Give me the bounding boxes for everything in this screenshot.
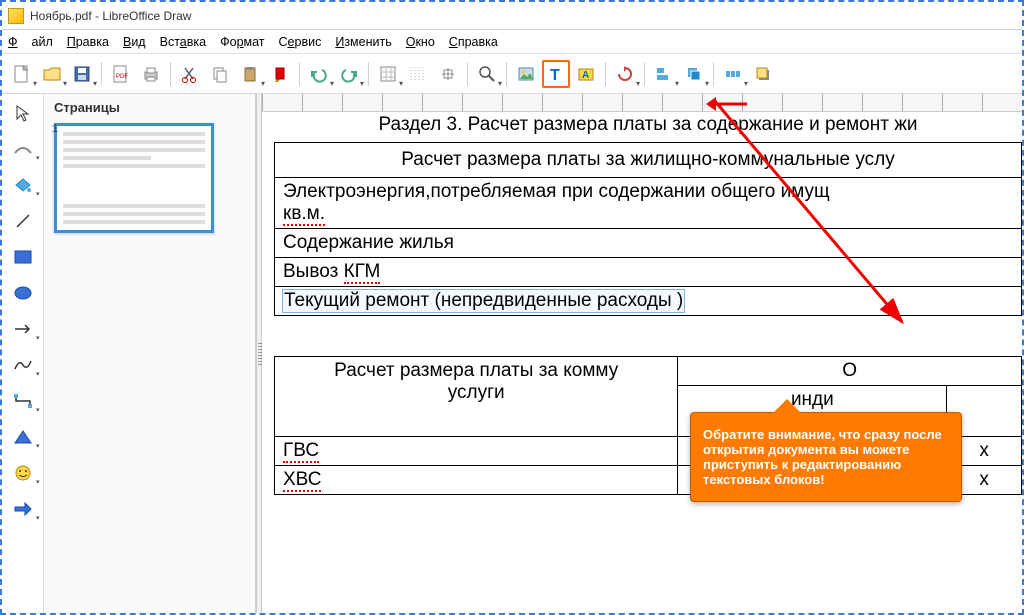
ellipse-tool[interactable]: [10, 280, 36, 306]
svg-text:T: T: [550, 67, 560, 83]
menu-bar: Файл Правка Вид Вставка Формат Сервис Из…: [2, 30, 1022, 54]
arrows-shapes-tool[interactable]: [10, 496, 36, 522]
menu-tools[interactable]: Сервис: [279, 35, 322, 49]
table-1: Расчет размера платы за жилищно-коммунал…: [274, 142, 1022, 316]
undo-button[interactable]: [305, 60, 333, 88]
menu-modify[interactable]: Изменить: [335, 35, 391, 49]
distribute-button[interactable]: [719, 60, 747, 88]
menu-view[interactable]: Вид: [123, 35, 146, 49]
window-title: Ноябрь.pdf - LibreOffice Draw: [30, 9, 191, 23]
table-subhead-1[interactable]: Расчет размера платы за жилищно-коммунал…: [275, 143, 1022, 178]
menu-format[interactable]: Формат: [220, 35, 264, 49]
page-thumbnail[interactable]: [54, 123, 214, 233]
shadow-button[interactable]: [749, 60, 777, 88]
drawing-toolbar: [2, 94, 44, 613]
select-tool[interactable]: [10, 100, 36, 126]
curve-tool[interactable]: [10, 352, 36, 378]
menu-file[interactable]: Файл: [8, 35, 53, 49]
row-repair[interactable]: Текущий ремонт (непредвиденные расходы ): [275, 287, 1022, 316]
open-button[interactable]: [38, 60, 66, 88]
basic-shapes-tool[interactable]: [10, 424, 36, 450]
row-kgm[interactable]: Вывоз КГМ: [275, 258, 1022, 287]
section-heading[interactable]: Раздел 3. Расчет размера платы за содерж…: [274, 114, 1022, 136]
grid-button[interactable]: [374, 60, 402, 88]
line-color-tool[interactable]: [10, 136, 36, 162]
pages-panel: Страницы 1: [44, 94, 256, 613]
redo-button[interactable]: [335, 60, 363, 88]
symbol-shapes-tool[interactable]: [10, 460, 36, 486]
annotation-callout: Обратите внимание, что сразу после откры…: [690, 412, 962, 502]
cut-button[interactable]: [176, 60, 204, 88]
main-toolbar: PDF T A: [2, 54, 1022, 94]
menu-help[interactable]: Справка: [449, 35, 498, 49]
menu-edit[interactable]: Правка: [67, 35, 109, 49]
menu-window[interactable]: Окно: [406, 35, 435, 49]
svg-text:PDF: PDF: [116, 74, 128, 80]
row-housing[interactable]: Содержание жилья: [275, 229, 1022, 258]
arrange-button[interactable]: [680, 60, 708, 88]
paste-button[interactable]: [236, 60, 264, 88]
svg-text:A: A: [582, 70, 589, 81]
zoom-button[interactable]: [473, 60, 501, 88]
row-electro[interactable]: Электроэнергия,потребляемая при содержан…: [275, 178, 1022, 229]
align-button[interactable]: [650, 60, 678, 88]
image-button[interactable]: [512, 60, 540, 88]
fontwork-button[interactable]: A: [572, 60, 600, 88]
line-tool[interactable]: [10, 208, 36, 234]
app-icon: [8, 8, 24, 24]
export-pdf-button[interactable]: PDF: [107, 60, 135, 88]
connector-tool[interactable]: [10, 388, 36, 414]
transform-button[interactable]: [611, 60, 639, 88]
text-box-button[interactable]: T: [542, 60, 570, 88]
row-gvs[interactable]: ГВС: [275, 437, 678, 466]
clone-format-button[interactable]: [266, 60, 294, 88]
copy-button[interactable]: [206, 60, 234, 88]
arrow-tool[interactable]: [10, 316, 36, 342]
horizontal-ruler: [262, 94, 1022, 112]
helplines-button[interactable]: [434, 60, 462, 88]
title-bar: Ноябрь.pdf - LibreOffice Draw: [2, 2, 1022, 30]
page-number: 1: [52, 123, 58, 135]
new-button[interactable]: [8, 60, 36, 88]
rectangle-tool[interactable]: [10, 244, 36, 270]
row-hvs[interactable]: ХВС: [275, 466, 678, 495]
col-o[interactable]: О: [678, 357, 1022, 386]
print-button[interactable]: [137, 60, 165, 88]
callout-text: Обратите внимание, что сразу после откры…: [703, 427, 942, 487]
subhead-2[interactable]: Расчет размера платы за коммууслуги: [275, 357, 678, 437]
fill-color-tool[interactable]: [10, 172, 36, 198]
drawing-canvas[interactable]: Раздел 3. Расчет размера платы за содерж…: [262, 94, 1022, 613]
pages-panel-title: Страницы: [44, 94, 255, 117]
snap-button[interactable]: [404, 60, 432, 88]
menu-insert[interactable]: Вставка: [160, 35, 206, 49]
save-button[interactable]: [68, 60, 96, 88]
